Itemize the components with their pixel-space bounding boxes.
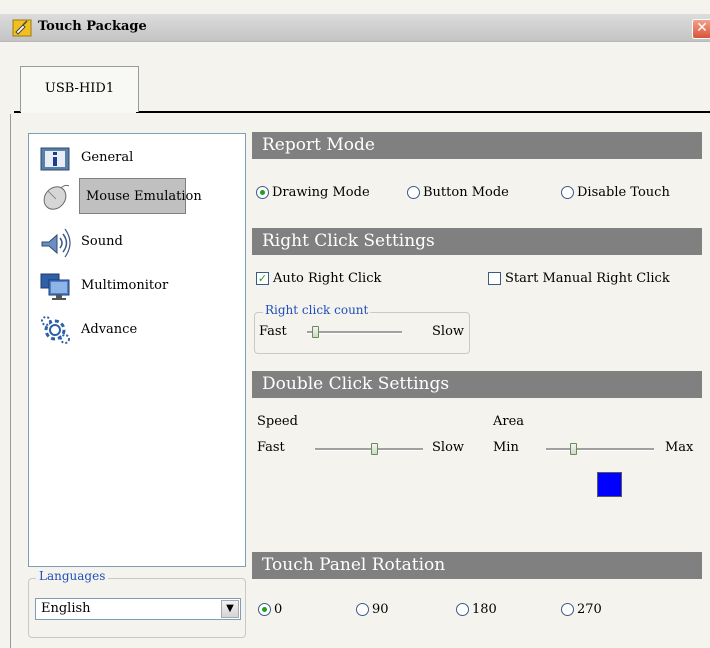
nav-item-general[interactable]: General bbox=[37, 140, 237, 176]
radio-indicator[interactable] bbox=[456, 603, 469, 616]
window-title: Touch Package bbox=[38, 19, 147, 34]
radio-label: 0 bbox=[274, 602, 283, 617]
area-slider-thumb[interactable] bbox=[570, 443, 577, 455]
close-button[interactable]: ✕ bbox=[692, 19, 710, 39]
gears-icon bbox=[41, 316, 70, 344]
radio-indicator[interactable] bbox=[561, 603, 574, 616]
radio-indicator[interactable] bbox=[356, 603, 369, 616]
radio-label: Disable Touch bbox=[577, 185, 670, 200]
nav-item-label: Advance bbox=[81, 322, 138, 337]
speed-slider-track[interactable] bbox=[315, 448, 423, 451]
settings-nav: General Mouse Emulation Sound Multimonit… bbox=[28, 133, 246, 567]
info-icon bbox=[40, 147, 70, 171]
close-icon: ✕ bbox=[696, 20, 708, 36]
radio-indicator[interactable] bbox=[256, 186, 269, 199]
nav-item-label: Multimonitor bbox=[81, 278, 169, 293]
touch-package-window: Touch Package ✕ USB-HID1 General Mouse E… bbox=[0, 0, 710, 648]
tab-active-gap bbox=[21, 111, 136, 113]
speed-max-label: Slow bbox=[432, 440, 465, 455]
nav-item-advance[interactable]: Advance bbox=[37, 312, 237, 348]
area-min-label: Min bbox=[493, 440, 519, 455]
mouse-icon bbox=[43, 184, 70, 210]
window-frame bbox=[10, 42, 11, 648]
checkbox-label: Start Manual Right Click bbox=[505, 271, 670, 286]
radio-label: 270 bbox=[577, 602, 602, 617]
right-click-header: Right Click Settings bbox=[252, 228, 702, 255]
radio-indicator[interactable] bbox=[258, 603, 271, 616]
nav-item-label: General bbox=[81, 150, 134, 165]
speaker-icon bbox=[41, 228, 71, 258]
speed-min-label: Fast bbox=[257, 440, 285, 455]
radio-indicator[interactable] bbox=[407, 186, 420, 199]
nav-item-mouse-emulation[interactable]: Mouse Emulation bbox=[37, 178, 237, 214]
tab-usb-hid1[interactable]: USB-HID1 bbox=[20, 66, 139, 112]
monitors-icon bbox=[40, 273, 70, 300]
nav-item-label: Sound bbox=[81, 234, 123, 249]
area-slider-track[interactable] bbox=[546, 448, 654, 451]
radio-indicator[interactable] bbox=[561, 186, 574, 199]
double-click-header: Double Click Settings bbox=[252, 371, 702, 398]
radio-label: Drawing Mode bbox=[272, 185, 370, 200]
app-icon bbox=[12, 19, 32, 37]
slider-max-label: Slow bbox=[432, 324, 465, 339]
area-size-swatch bbox=[597, 472, 622, 497]
radio-label: 90 bbox=[372, 602, 389, 617]
languages-label: Languages bbox=[36, 569, 109, 583]
chevron-down-icon[interactable]: ▼ bbox=[221, 600, 239, 618]
radio-label: 180 bbox=[472, 602, 497, 617]
rotation-header: Touch Panel Rotation bbox=[252, 552, 702, 579]
speed-slider-thumb[interactable] bbox=[371, 443, 379, 455]
language-select[interactable]: English ▼ bbox=[35, 598, 241, 620]
checkbox-label: Auto Right Click bbox=[273, 271, 382, 286]
nav-item-label: Mouse Emulation bbox=[79, 178, 202, 214]
language-value: English bbox=[41, 601, 91, 616]
checkbox-box[interactable]: ✓ bbox=[256, 272, 269, 285]
right-click-count-label: Right click count bbox=[263, 303, 371, 317]
area-max-label: Max bbox=[665, 440, 694, 455]
area-label: Area bbox=[493, 414, 525, 429]
title-bar[interactable]: Touch Package ✕ bbox=[0, 14, 710, 42]
nav-item-multimonitor[interactable]: Multimonitor bbox=[37, 268, 237, 304]
report-mode-header: Report Mode bbox=[252, 132, 702, 159]
nav-item-sound[interactable]: Sound bbox=[37, 224, 237, 260]
radio-label: Button Mode bbox=[423, 185, 509, 200]
right-click-count-track[interactable] bbox=[307, 331, 402, 334]
checkbox-box[interactable] bbox=[488, 272, 501, 285]
right-click-count-thumb[interactable] bbox=[311, 326, 319, 338]
slider-min-label: Fast bbox=[259, 324, 287, 339]
speed-label: Speed bbox=[257, 414, 298, 429]
